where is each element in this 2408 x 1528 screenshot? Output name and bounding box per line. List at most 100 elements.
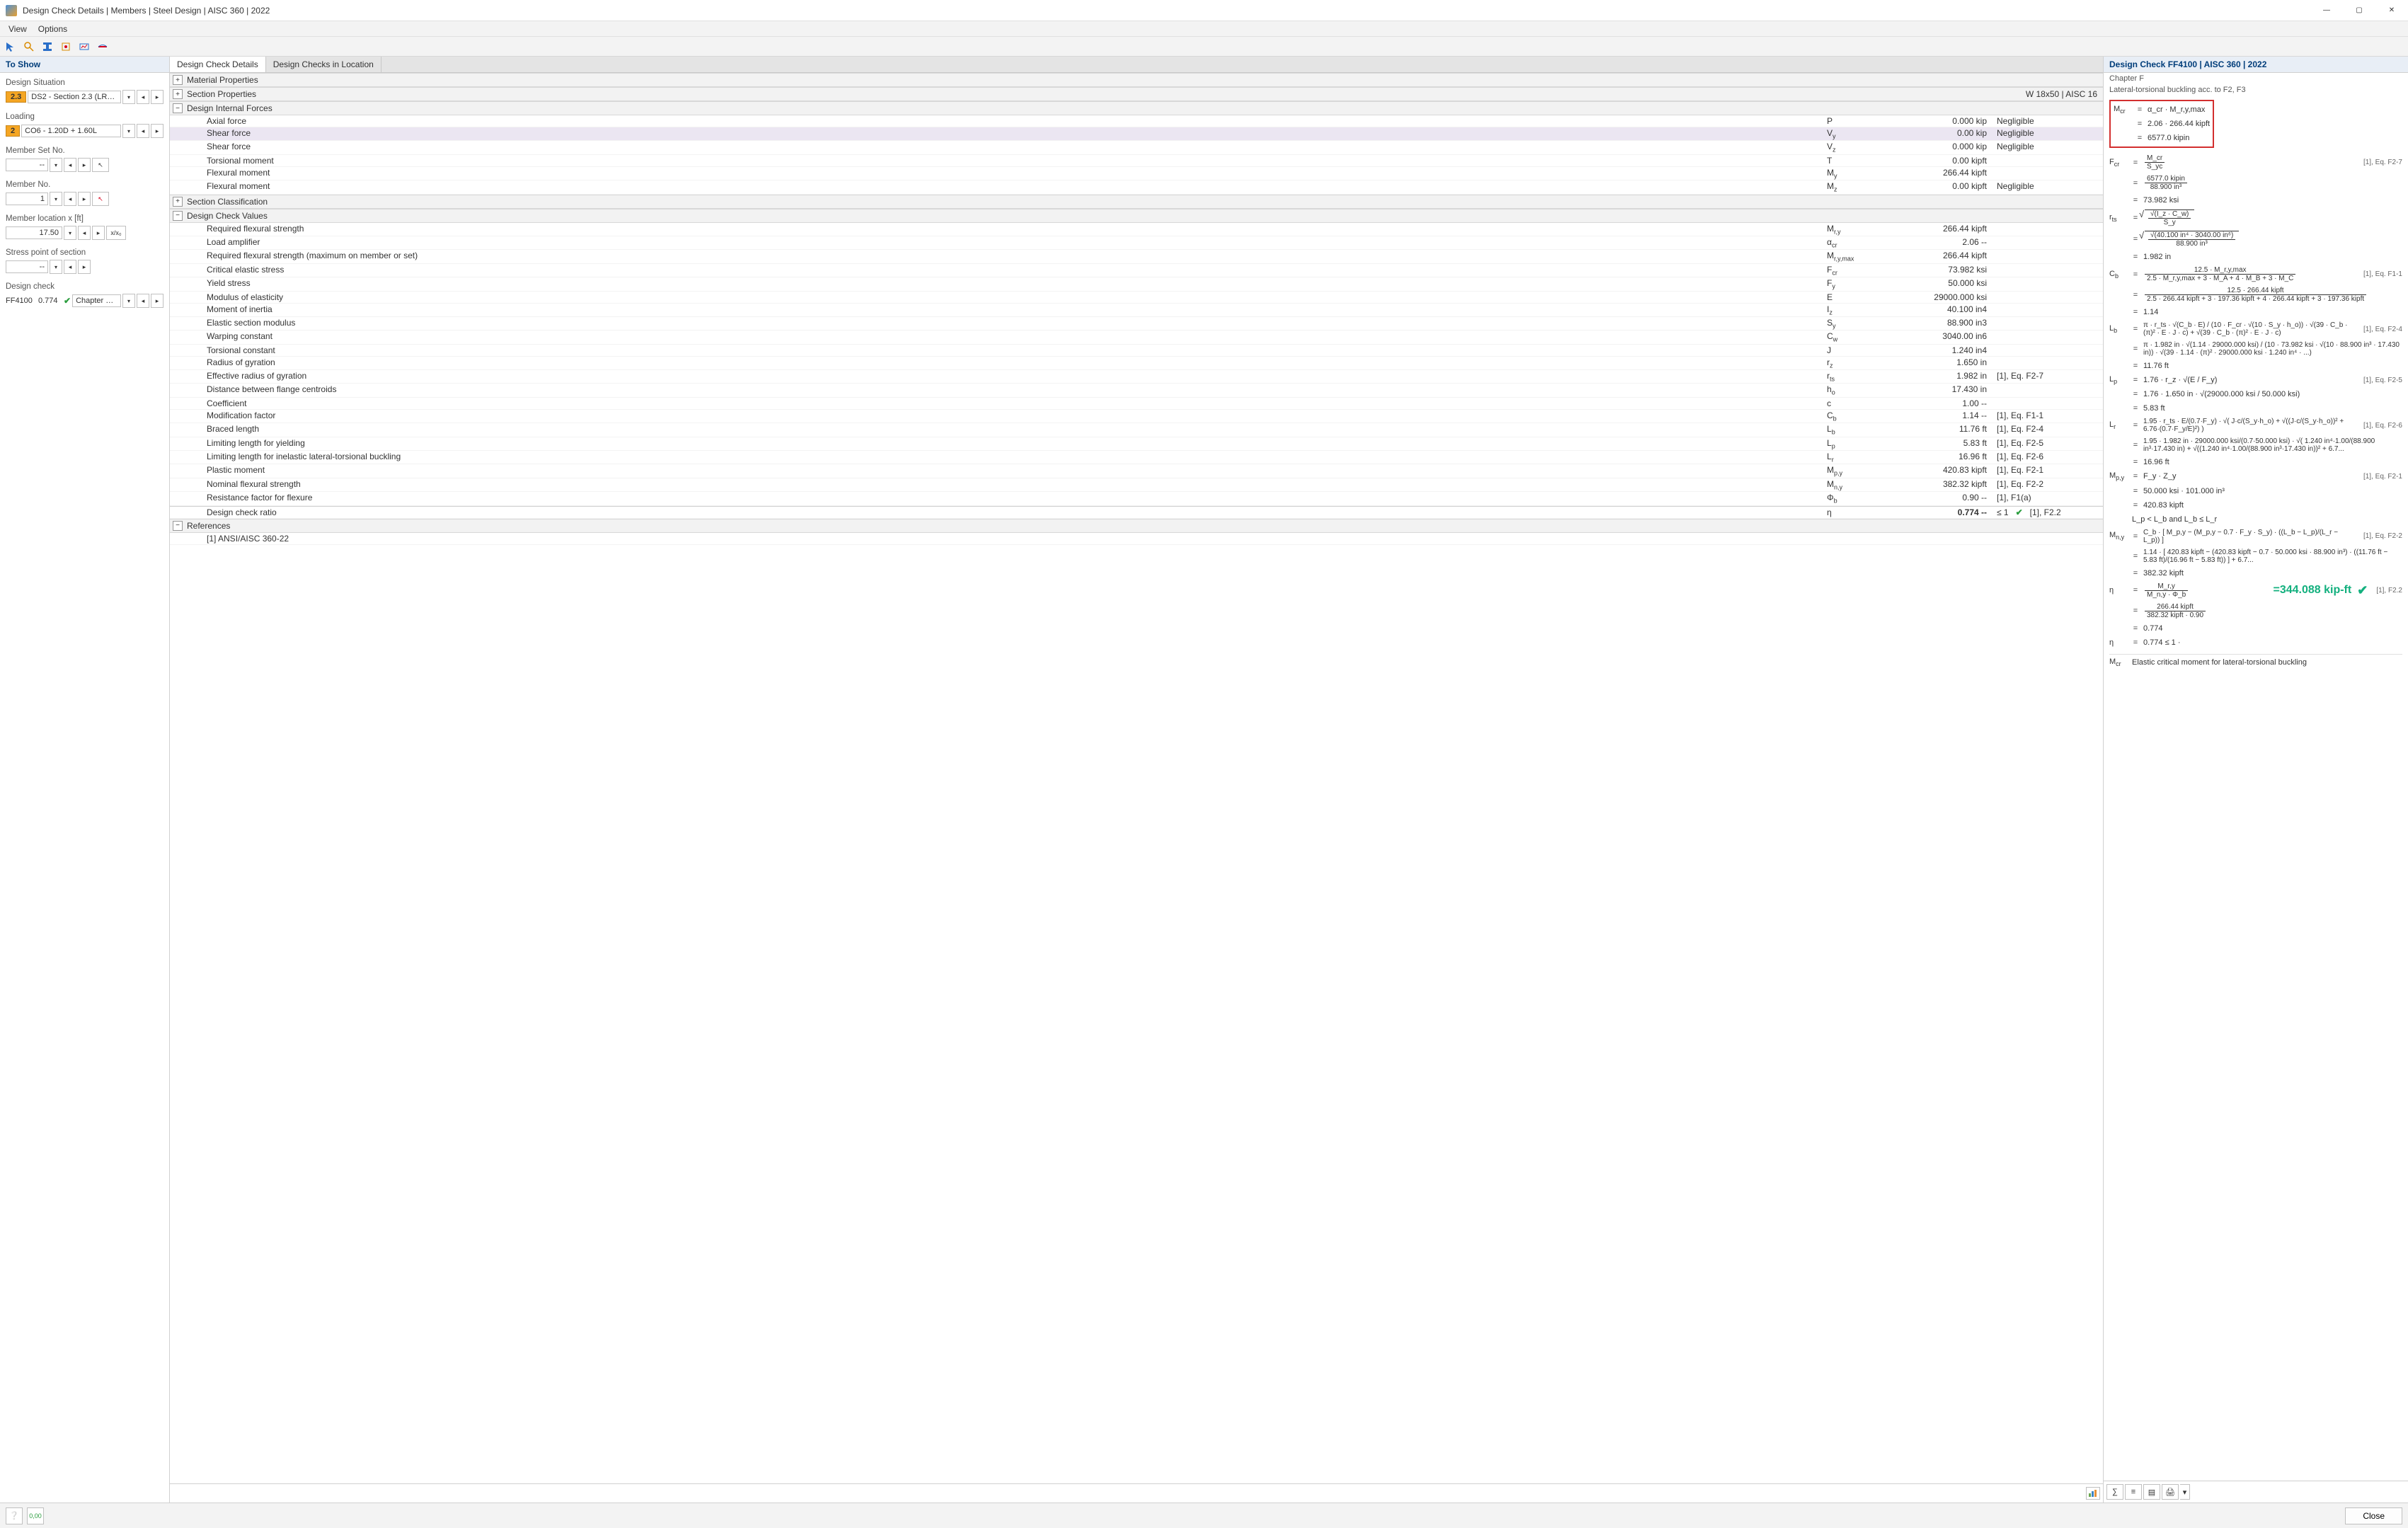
maximize-button[interactable]: ▢ — [2343, 0, 2375, 21]
memberset-caret[interactable]: ▾ — [50, 158, 62, 172]
memberloc-xratio[interactable]: x/x₀ — [106, 226, 126, 240]
tab-details[interactable]: Design Check Details — [170, 57, 266, 72]
stress-next[interactable]: ▸ — [78, 260, 91, 274]
ds-next[interactable]: ▸ — [151, 90, 164, 104]
collapse-icon[interactable]: − — [173, 103, 183, 113]
collapse-icon[interactable]: − — [173, 521, 183, 531]
menu-view[interactable]: View — [3, 23, 33, 35]
dc-caret[interactable]: ▾ — [122, 294, 135, 308]
table-row: Flexural momentMz0.00 kipftNegligible — [170, 180, 2103, 194]
rt-print-icon[interactable]: 🖨 — [2162, 1484, 2179, 1500]
memberloc-value[interactable]: 17.50 — [6, 226, 62, 239]
loading-prev[interactable]: ◂ — [137, 124, 149, 138]
tool-diagram-icon[interactable] — [76, 39, 92, 54]
dc-select[interactable]: Chapter F | Lateral-to... — [72, 294, 121, 307]
group-check-values[interactable]: −Design Check Values — [170, 209, 2103, 223]
highlighted-mcr-box: Mcr=α_cr · M_r,y,max =2.06 · 266.44 kipf… — [2109, 100, 2214, 148]
table-row: Required flexural strength (maximum on m… — [170, 250, 2103, 263]
close-window-button[interactable]: ✕ — [2375, 0, 2408, 21]
app-icon — [6, 5, 17, 16]
ds-chip: 2.3 — [6, 91, 26, 103]
table-row: Modulus of elasticityE29000.000 ksi — [170, 292, 2103, 304]
dc-next[interactable]: ▸ — [151, 294, 164, 308]
table-row: Required flexural strengthMr,y266.44 kip… — [170, 223, 2103, 236]
group-internal-forces[interactable]: −Design Internal Forces — [170, 101, 2103, 115]
label-memberloc: Member location x [ft] — [6, 214, 164, 223]
stress-value[interactable]: -- — [6, 260, 48, 273]
expand-icon[interactable]: + — [173, 89, 183, 99]
mcr-footnote: Elastic critical moment for lateral-tors… — [2132, 658, 2402, 667]
memberno-next[interactable]: ▸ — [78, 192, 91, 206]
label-loading: Loading — [6, 113, 164, 121]
stress-prev[interactable]: ◂ — [64, 260, 76, 274]
rt-detail-icon[interactable]: ▤ — [2143, 1484, 2160, 1500]
table-row: Axial forceP0.000 kipNegligible — [170, 115, 2103, 127]
tab-location[interactable]: Design Checks in Location — [266, 57, 382, 72]
rt-print-dropdown[interactable]: ▾ — [2180, 1484, 2190, 1500]
dc-ratio: 0.774 — [38, 297, 62, 305]
memberset-pick-icon[interactable]: ↖ — [92, 158, 109, 172]
loading-next[interactable]: ▸ — [151, 124, 164, 138]
rt-list-icon[interactable]: ≡ — [2125, 1484, 2142, 1500]
table-row: Coefficientc1.00 -- — [170, 398, 2103, 410]
ds-select[interactable]: DS2 - Section 2.3 (LRFD), 1. to 5. — [28, 91, 121, 103]
memberloc-caret[interactable]: ▾ — [64, 226, 76, 240]
collapse-icon[interactable]: − — [173, 211, 183, 221]
dc-prev[interactable]: ◂ — [137, 294, 149, 308]
table-row: Flexural momentMy266.44 kipft — [170, 167, 2103, 180]
table-row: Shear forceVy0.00 kipNegligible — [170, 127, 2103, 141]
loading-caret[interactable]: ▾ — [122, 124, 135, 138]
reference-row: [1] ANSI/AISC 360-22 — [170, 533, 2103, 545]
expand-icon[interactable]: + — [173, 75, 183, 85]
menubar: View Options — [0, 21, 2408, 37]
ds-prev[interactable]: ◂ — [137, 90, 149, 104]
label-designcheck: Design check — [6, 282, 164, 291]
tool-zoom-icon[interactable] — [21, 39, 37, 54]
label-design-situation: Design Situation — [6, 79, 164, 87]
toolbar — [0, 37, 2408, 57]
tool-beam-icon[interactable] — [95, 39, 110, 54]
memberno-pick-icon[interactable]: ↖ — [92, 192, 109, 206]
table-row: Distance between flange centroidsho17.43… — [170, 384, 2103, 397]
tool-section-icon[interactable] — [40, 39, 55, 54]
rt-symbols-icon[interactable]: ∑ — [2106, 1484, 2123, 1500]
tool-pointer-icon[interactable] — [3, 39, 18, 54]
loading-chip: 2 — [6, 125, 20, 137]
table-row: Torsional momentT0.00 kipft — [170, 155, 2103, 167]
table-row: Shear forceVz0.000 kipNegligible — [170, 141, 2103, 154]
close-button[interactable]: Close — [2345, 1507, 2402, 1524]
minimize-button[interactable]: — — [2310, 0, 2343, 21]
table-row: Limiting length for yieldingLp5.83 ft[1]… — [170, 437, 2103, 451]
expand-icon[interactable]: + — [173, 197, 183, 207]
titlebar: Design Check Details | Members | Steel D… — [0, 0, 2408, 21]
table-row: Load amplifierαcr2.06 -- — [170, 236, 2103, 250]
center-chart-icon[interactable] — [2086, 1487, 2100, 1500]
table-row: Effective radius of gyrationrts1.982 in[… — [170, 370, 2103, 384]
memberno-prev[interactable]: ◂ — [64, 192, 76, 206]
table-row: Moment of inertiaIz40.100 in4 — [170, 304, 2103, 317]
help-button[interactable]: ❔ — [6, 1507, 23, 1524]
right-toolbar: ∑ ≡ ▤ 🖨 ▾ — [2104, 1481, 2408, 1503]
memberloc-prev[interactable]: ◂ — [78, 226, 91, 240]
menu-options[interactable]: Options — [33, 23, 73, 35]
dc-id: FF4100 — [6, 297, 37, 305]
group-material[interactable]: +Material Properties — [170, 73, 2103, 87]
tool-stress-icon[interactable] — [58, 39, 74, 54]
memberset-prev[interactable]: ◂ — [64, 158, 76, 172]
ratio-check-icon: ✔ — [2016, 507, 2023, 517]
units-button[interactable]: 0,00 — [27, 1507, 44, 1524]
left-header: To Show — [0, 57, 169, 73]
loading-select[interactable]: CO6 - 1.20D + 1.60L — [21, 125, 121, 137]
memberno-value[interactable]: 1 — [6, 193, 48, 205]
memberset-next[interactable]: ▸ — [78, 158, 91, 172]
memberloc-next[interactable]: ▸ — [92, 226, 105, 240]
group-classification[interactable]: +Section Classification — [170, 195, 2103, 209]
group-references[interactable]: −References — [170, 519, 2103, 533]
ds-dropdown-caret[interactable]: ▾ — [122, 90, 135, 104]
memberno-caret[interactable]: ▾ — [50, 192, 62, 206]
calculation-body: Mcr=α_cr · M_r,y,max =2.06 · 266.44 kipf… — [2104, 96, 2408, 1481]
group-section-props[interactable]: +Section PropertiesW 18x50 | AISC 16 — [170, 87, 2103, 101]
right-pane: Design Check FF4100 | AISC 360 | 2022 Ch… — [2104, 57, 2408, 1503]
memberset-value[interactable]: -- — [6, 159, 48, 171]
stress-caret[interactable]: ▾ — [50, 260, 62, 274]
